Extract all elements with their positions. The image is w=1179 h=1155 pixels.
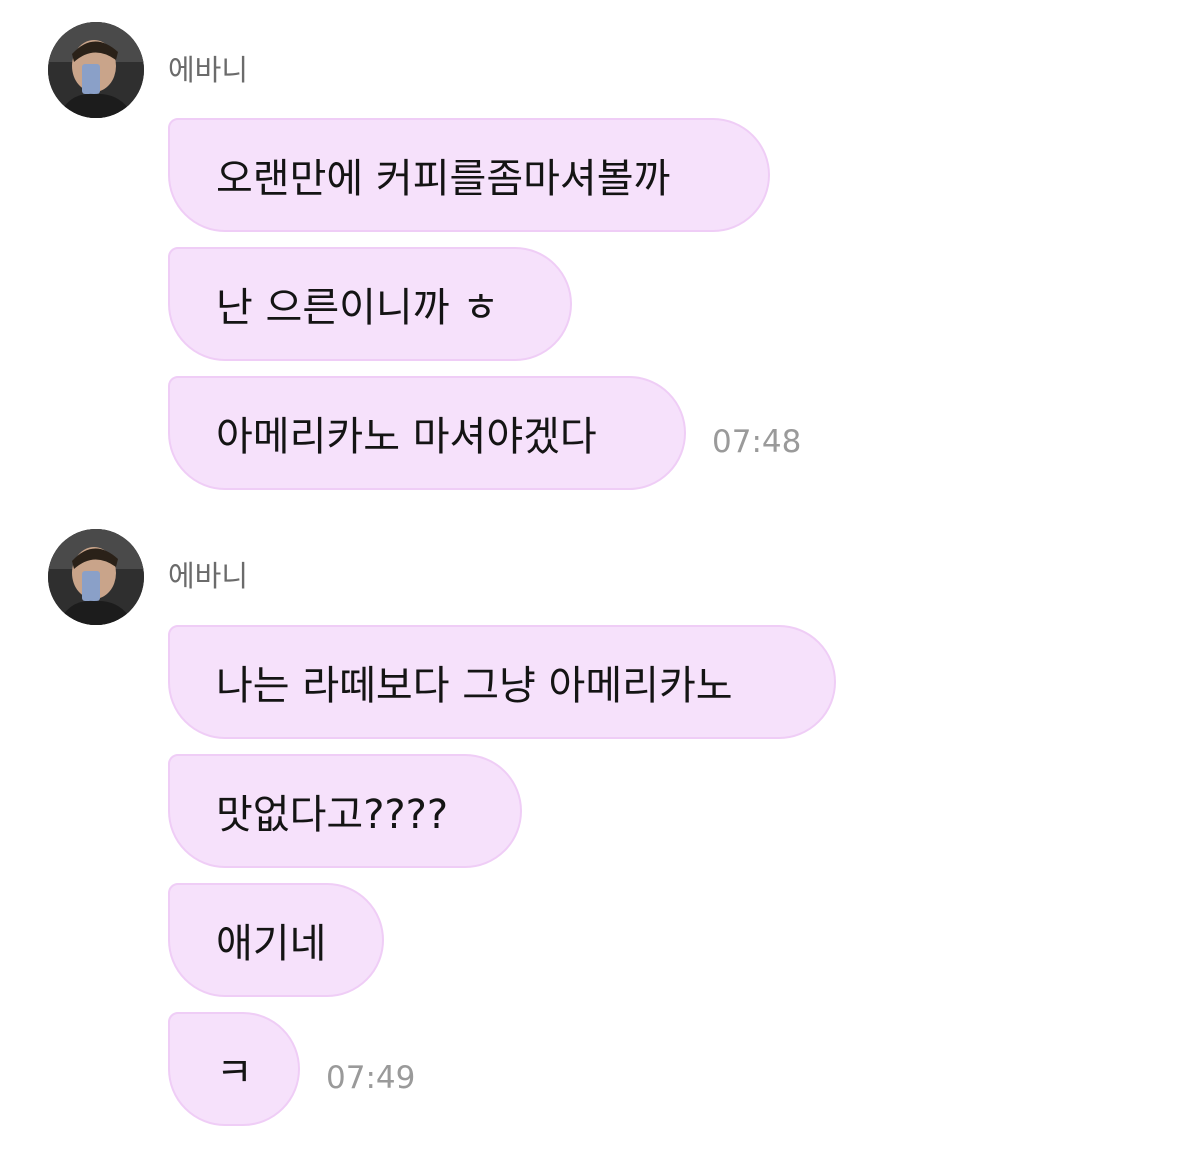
sender-name: 에바니 <box>168 53 249 87</box>
message-bubble[interactable]: 맛없다고???? <box>168 754 522 868</box>
message-bubble[interactable]: ㅋ <box>168 1012 300 1126</box>
message-bubble[interactable]: 나는 라떼보다 그냥 아메리카노 <box>168 625 836 739</box>
avatar[interactable] <box>48 529 144 625</box>
avatar[interactable] <box>48 22 144 118</box>
message-bubble[interactable]: 오랜만에 커피를좀마셔볼까 <box>168 118 770 232</box>
message-bubble[interactable]: 애기네 <box>168 883 384 997</box>
profile-photo-avatar-icon <box>48 22 144 118</box>
message-timestamp: 07:49 <box>326 1060 416 1096</box>
message-bubble[interactable]: 아메리카노 마셔야겠다 <box>168 376 686 490</box>
message-bubble[interactable]: 난 으른이니까 ㅎ <box>168 247 572 361</box>
message-timestamp: 07:48 <box>712 424 802 460</box>
sender-name: 에바니 <box>168 559 249 593</box>
profile-photo-avatar-icon <box>48 529 144 625</box>
